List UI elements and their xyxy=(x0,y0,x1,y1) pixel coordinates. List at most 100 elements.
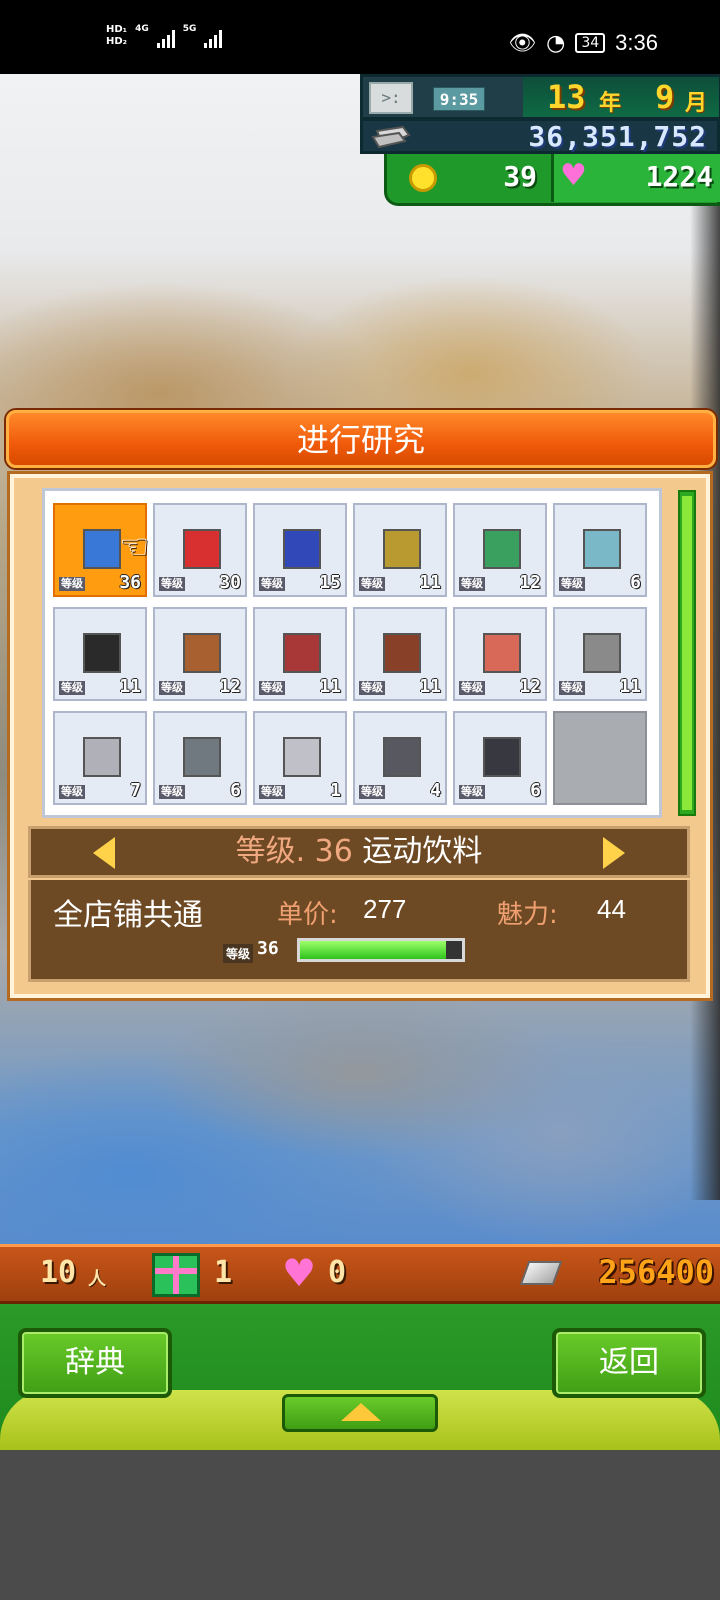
item-image-icon xyxy=(483,529,521,569)
dialog-title: 进行研究 xyxy=(296,421,425,459)
research-item[interactable]: 等级 11 xyxy=(53,607,147,701)
item-image-icon xyxy=(183,633,221,673)
item-image-icon xyxy=(383,633,421,673)
date-row: >: 9:35 13 年 9 月 xyxy=(360,74,720,120)
visitor-unit: 人 xyxy=(88,1269,106,1290)
signal-group: HD₁ HD₂ 4G 5G xyxy=(106,24,223,48)
item-level-tag: 等级 xyxy=(459,785,485,799)
clock-icon: >: xyxy=(369,82,413,114)
research-item[interactable]: 等级 11 xyxy=(253,607,347,701)
bottom-status-strip: 10 人 1 ♥ 0 256400 xyxy=(0,1244,720,1304)
item-level-tag: 等级 xyxy=(459,577,485,591)
research-item-empty[interactable] xyxy=(553,711,647,805)
hd-labels: HD₁ HD₂ xyxy=(106,24,127,48)
heart-count: 1224 xyxy=(645,160,713,193)
item-level-tag: 等级 xyxy=(59,681,85,695)
item-level: 7 xyxy=(130,780,141,801)
item-level-tag: 等级 xyxy=(359,785,385,799)
selected-item-bar: 等级. 36 运动饮料 xyxy=(28,826,690,878)
item-scope: 全店铺共通 xyxy=(53,898,203,933)
research-item[interactable]: 等级 7 xyxy=(53,711,147,805)
item-level-tag: 等级 xyxy=(559,577,585,591)
research-item[interactable]: 等级 12 xyxy=(153,607,247,701)
battery-icon: 34 xyxy=(575,33,606,53)
money-bar-icon xyxy=(371,125,411,149)
item-level-tag: 等级 xyxy=(459,681,485,695)
item-level-tag: 等级 xyxy=(259,577,285,591)
research-item-selected[interactable]: 等级 36 ☜ xyxy=(53,503,150,597)
item-level-tag: 等级 xyxy=(159,577,185,591)
pointer-hand-icon: ☜ xyxy=(119,527,150,567)
top-hud: >: 9:35 13 年 9 月 36,351,752 39 ♥ 1224 xyxy=(360,74,720,210)
price-value: 277 xyxy=(363,894,407,924)
research-item[interactable]: 等级 6 xyxy=(553,503,647,597)
item-image-icon xyxy=(83,737,121,777)
available-money: 256400 xyxy=(598,1253,714,1291)
item-image-icon xyxy=(483,633,521,673)
date-display: 13 年 9 月 xyxy=(523,77,719,117)
speed-icon: ◔ xyxy=(546,30,566,56)
coin-icon xyxy=(409,164,437,192)
item-level: 1 xyxy=(330,780,341,801)
next-arrow-icon[interactable] xyxy=(603,837,625,869)
research-item[interactable]: 等级 6 xyxy=(453,711,547,805)
item-level: 12 xyxy=(519,676,541,697)
system-gesture-area xyxy=(0,1450,720,1600)
research-item[interactable]: 等级 11 xyxy=(553,607,647,701)
research-item[interactable]: 等级 12 xyxy=(453,607,547,701)
grid-scrollbar[interactable] xyxy=(678,490,696,816)
item-level: 30 xyxy=(219,572,241,593)
research-item[interactable]: 等级 1 xyxy=(253,711,347,805)
heart-panel: ♥ 1224 xyxy=(551,154,720,202)
research-item[interactable]: 等级 11 xyxy=(353,607,447,701)
item-level-tag: 等级 xyxy=(159,681,185,695)
item-level: 36 xyxy=(119,572,141,593)
heart-icon: ♥ xyxy=(560,158,587,193)
item-level-tag: 等级 xyxy=(59,577,85,591)
item-level-tag: 等级 xyxy=(359,681,385,695)
year-number: 13 xyxy=(547,78,586,116)
item-image-icon xyxy=(83,529,121,569)
scrollbar-thumb[interactable] xyxy=(682,496,692,810)
item-level-tag: 等级 xyxy=(59,785,85,799)
dictionary-button[interactable]: 辞典 xyxy=(18,1328,172,1398)
gift-count: 1 xyxy=(214,1255,233,1290)
research-item[interactable]: 等级 15 xyxy=(253,503,347,597)
selected-item-name: 运动饮料 xyxy=(362,834,483,869)
expand-menu-button[interactable] xyxy=(282,1394,438,1432)
item-image-icon xyxy=(283,633,321,673)
research-item[interactable]: 等级 6 xyxy=(153,711,247,805)
item-image-icon xyxy=(383,737,421,777)
research-item[interactable]: 等级 30 xyxy=(153,503,247,597)
item-image-icon xyxy=(283,737,321,777)
item-level: 11 xyxy=(319,676,341,697)
item-level-tag: 等级 xyxy=(559,681,585,695)
selected-item-title: 等级. 36 运动饮料 xyxy=(31,829,687,875)
coin-count: 39 xyxy=(503,160,537,193)
month-unit: 月 xyxy=(685,91,708,116)
item-level-tag: 等级 xyxy=(259,681,285,695)
item-image-icon xyxy=(583,633,621,673)
item-info-box: 全店铺共通 单价: 277 魅力: 44 等级 36 xyxy=(28,880,690,982)
research-item[interactable]: 等级 4 xyxy=(353,711,447,805)
price-label: 单价: xyxy=(277,900,338,930)
research-item[interactable]: 等级 12 xyxy=(453,503,547,597)
game-time: 9:35 xyxy=(433,87,485,111)
item-image-icon xyxy=(483,737,521,777)
charm-value: 44 xyxy=(597,894,626,924)
research-progress-bar xyxy=(297,938,465,962)
item-image-icon xyxy=(283,529,321,569)
money-bar-icon xyxy=(519,1261,563,1285)
up-arrow-icon xyxy=(341,1403,381,1421)
back-button[interactable]: 返回 xyxy=(552,1328,706,1398)
hd2-label: HD₂ xyxy=(106,36,128,47)
signal-4g-icon xyxy=(156,28,175,48)
gift-ribbon xyxy=(173,1256,179,1294)
status-right: 👁 ◔ 34 3:36 xyxy=(508,30,658,56)
item-level: 12 xyxy=(219,676,241,697)
item-level: 11 xyxy=(419,572,441,593)
research-item[interactable]: 等级 11 xyxy=(353,503,447,597)
total-money: 36,351,752 xyxy=(528,120,707,153)
info-level-number: 36 xyxy=(257,938,279,959)
item-level: 11 xyxy=(619,676,641,697)
